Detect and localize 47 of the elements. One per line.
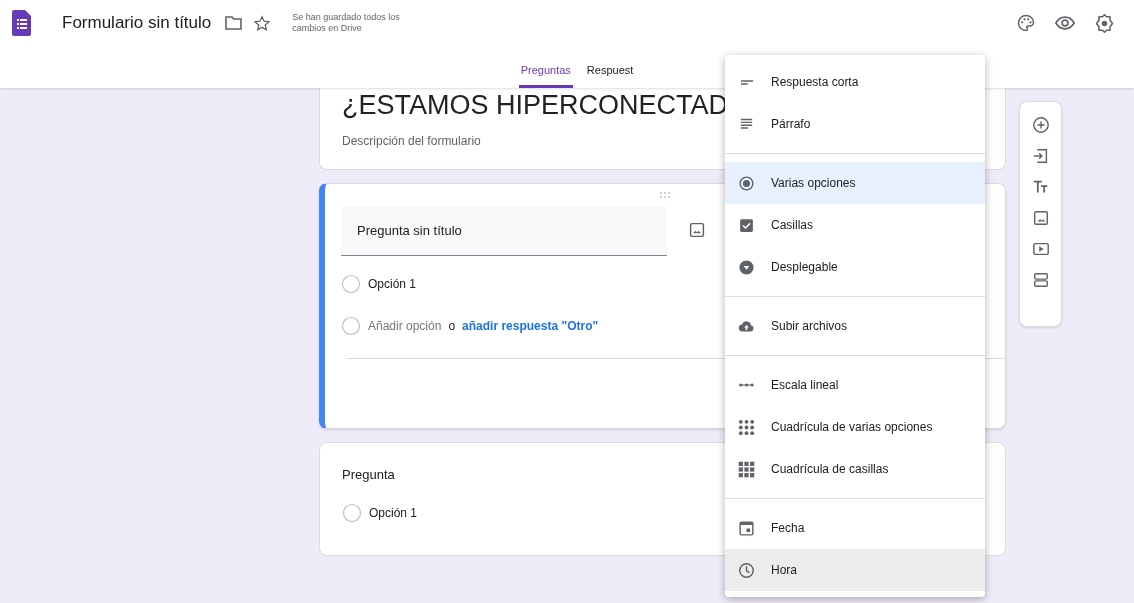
or-text: o <box>448 318 456 335</box>
import-icon[interactable] <box>1031 147 1050 165</box>
menu-item[interactable]: Varias opciones <box>725 162 985 204</box>
menu-item[interactable]: Cuadrícula de varias opciones <box>725 406 985 448</box>
image-icon[interactable] <box>689 222 705 238</box>
menu-item[interactable]: Desplegable <box>725 246 985 288</box>
form-name[interactable]: Formulario sin título <box>62 10 212 36</box>
menu-item[interactable]: Fecha <box>725 507 985 549</box>
star-icon[interactable] <box>253 14 272 32</box>
question-title-field[interactable]: Pregunta sin título <box>341 206 667 256</box>
calendar-icon <box>738 519 755 537</box>
option-label[interactable]: Opción 1 <box>368 275 417 293</box>
menu-item[interactable]: Cuadrícula de casillas <box>725 448 985 490</box>
dropdown-icon <box>738 258 755 276</box>
add-circle-icon[interactable] <box>1031 116 1050 134</box>
video-icon[interactable] <box>1031 240 1050 258</box>
save-status: Se han guardado todos los cambios en Drive <box>292 12 401 34</box>
square-grid-icon <box>738 460 755 478</box>
question-title: Pregunta <box>342 466 395 484</box>
folder-icon[interactable] <box>225 16 243 30</box>
add-option-field[interactable]: Añadir opción <box>368 317 442 335</box>
radio-icon[interactable] <box>342 502 362 523</box>
drag-handle-icon[interactable] <box>659 191 671 199</box>
form-description[interactable]: Descripción del formulario <box>342 132 481 150</box>
dot-grid-icon <box>738 418 755 436</box>
forms-logo-icon[interactable] <box>12 10 31 36</box>
option-label: Opción 1 <box>369 504 418 522</box>
settings-icon[interactable] <box>1095 13 1114 33</box>
radio-icon[interactable] <box>341 316 361 336</box>
eye-icon[interactable] <box>1055 16 1075 30</box>
clock-icon <box>738 561 755 579</box>
radio-button-icon <box>738 174 755 192</box>
short-text-icon <box>740 79 753 85</box>
menu-item[interactable]: Hora <box>725 549 985 591</box>
linear-scale-icon <box>739 383 754 387</box>
menu-item[interactable]: Escala lineal <box>725 364 985 406</box>
section-icon[interactable] <box>1031 271 1050 289</box>
checkbox-icon <box>738 216 755 234</box>
add-other-link[interactable]: añadir respuesta "Otro" <box>462 317 599 335</box>
menu-item[interactable]: Casillas <box>725 204 985 246</box>
palette-icon[interactable] <box>1017 14 1035 32</box>
menu-item[interactable]: Subir archivos <box>725 305 985 347</box>
menu-item[interactable]: Párrafo <box>725 103 985 145</box>
image-icon[interactable] <box>1031 209 1050 227</box>
radio-icon[interactable] <box>341 274 361 294</box>
tab[interactable]: Respuest <box>584 62 636 88</box>
menu-item[interactable]: Respuesta corta <box>725 61 985 103</box>
